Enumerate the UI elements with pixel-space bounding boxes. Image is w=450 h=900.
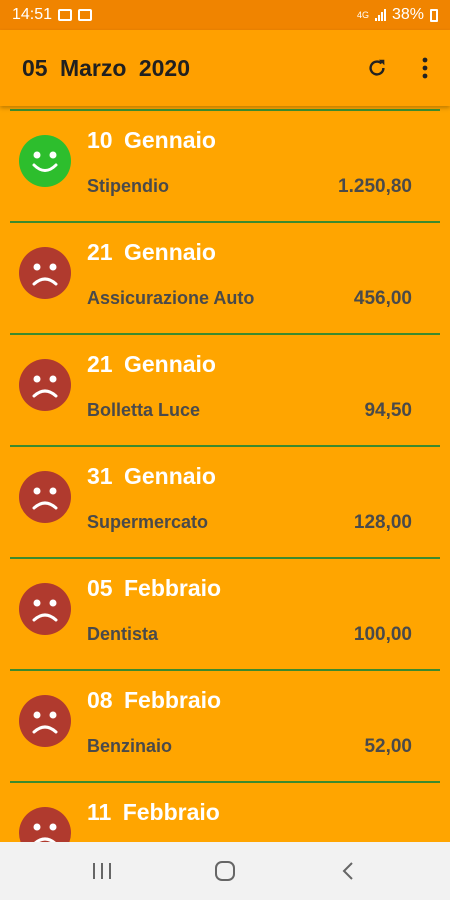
item-description: Stipendio — [87, 176, 169, 196]
divider — [10, 445, 440, 447]
divider — [10, 557, 440, 559]
item-date: 21 Gennaio — [87, 239, 216, 265]
list-item[interactable]: 11 Febbraio — [0, 778, 450, 842]
back-button[interactable] — [323, 851, 373, 891]
divider — [10, 781, 440, 783]
item-date: 10 Gennaio — [87, 127, 216, 153]
more-vert-icon — [422, 57, 428, 79]
happy-face-icon — [19, 135, 71, 187]
item-date: 21 Gennaio — [87, 351, 216, 377]
item-date: 05 Febbraio — [87, 575, 222, 601]
item-description: Bolletta Luce — [87, 400, 201, 420]
divider — [10, 333, 440, 335]
status-time: 14:51 — [12, 6, 53, 23]
list-item[interactable]: 31 Gennaio Supermercato 128,00 — [0, 442, 450, 554]
refresh-icon — [369, 59, 385, 76]
status-bar: 14:51 4G 38% — [0, 0, 450, 30]
sad-face-icon — [19, 583, 71, 635]
sad-face-icon — [19, 807, 71, 842]
item-amount: 100,00 — [353, 624, 412, 645]
home-button[interactable] — [200, 851, 250, 891]
page-title: 05 Marzo 2020 — [22, 54, 190, 81]
battery-icon — [430, 8, 438, 22]
navigation-bar — [0, 842, 450, 900]
item-amount: 456,00 — [353, 288, 412, 309]
divider — [10, 109, 440, 111]
list-item[interactable]: 21 Gennaio Bolletta Luce 94,50 — [0, 330, 450, 442]
item-description: Assicurazione Auto — [87, 288, 255, 308]
sad-face-icon — [19, 359, 71, 411]
transaction-list[interactable]: 10 Gennaio Stipendio 1.250,80 21 Gennaio Ass… — [0, 106, 450, 842]
list-item[interactable]: 05 Febbraio Dentista 100,00 — [0, 554, 450, 666]
sad-face-icon — [19, 695, 71, 747]
more-options-button[interactable] — [410, 53, 440, 83]
image-icon — [58, 9, 73, 21]
recent-apps-icon — [92, 863, 111, 879]
item-description: Dentista — [87, 624, 159, 644]
item-date: 08 Febbraio — [87, 687, 222, 713]
divider — [10, 221, 440, 223]
item-amount: 94,50 — [364, 400, 412, 421]
download-icon — [78, 9, 93, 21]
list-item[interactable]: 08 Febbraio Benzinaio 52,00 — [0, 666, 450, 778]
list-item[interactable]: 10 Gennaio Stipendio 1.250,80 — [0, 106, 450, 218]
signal-icon — [374, 9, 386, 21]
item-amount: 1.250,80 — [338, 176, 412, 197]
network-type: 4G — [356, 9, 369, 20]
battery-percent: 38% — [391, 6, 424, 23]
app-bar: 05 Marzo 2020 — [0, 30, 450, 106]
back-icon — [342, 862, 354, 880]
divider — [10, 669, 440, 671]
item-description: Benzinaio — [87, 736, 173, 756]
sad-face-icon — [19, 471, 71, 523]
item-description: Supermercato — [87, 512, 209, 532]
item-date: 31 Gennaio — [87, 463, 216, 489]
sad-face-icon — [19, 247, 71, 299]
recent-apps-button[interactable] — [77, 851, 127, 891]
item-amount: 128,00 — [353, 512, 412, 533]
refresh-button[interactable] — [362, 53, 392, 83]
item-amount: 52,00 — [364, 736, 412, 757]
home-icon — [214, 861, 235, 881]
item-date: 11 Febbraio — [87, 799, 220, 825]
list-item[interactable]: 21 Gennaio Assicurazione Auto 456,00 — [0, 218, 450, 330]
